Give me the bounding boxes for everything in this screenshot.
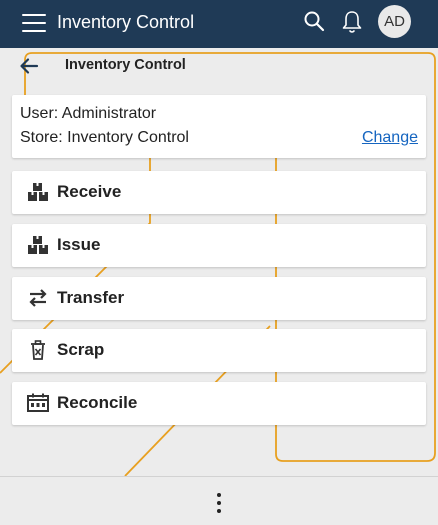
bottom-bar — [0, 476, 438, 525]
boxes-icon — [27, 235, 49, 255]
bell-icon[interactable] — [340, 9, 364, 35]
user-label: User: Administrator — [20, 105, 157, 122]
search-icon[interactable] — [302, 9, 326, 33]
transfer-label: Transfer — [57, 288, 125, 307]
boxes-icon — [27, 182, 49, 202]
issue-label: Issue — [57, 235, 101, 254]
user-avatar[interactable]: AD — [378, 5, 411, 38]
receive-button[interactable]: Receive — [12, 171, 426, 214]
issue-button[interactable]: Issue — [12, 224, 426, 267]
app-bar: Inventory Control AD — [0, 0, 438, 48]
swap-arrows-icon — [27, 288, 49, 308]
session-info-card: User: Administrator Store: Inventory Con… — [12, 95, 426, 158]
reconcile-button[interactable]: Reconcile — [12, 382, 426, 425]
page-title: Inventory Control — [65, 57, 186, 73]
change-store-link[interactable]: Change — [362, 129, 418, 147]
scrap-button[interactable]: Scrap — [12, 329, 426, 372]
transfer-button[interactable]: Transfer — [12, 277, 426, 320]
receive-label: Receive — [57, 182, 122, 201]
calendar-grid-icon — [27, 393, 49, 413]
store-label: Store: Inventory Control — [20, 129, 189, 146]
app-title: Inventory Control — [57, 12, 195, 32]
hamburger-icon[interactable] — [22, 12, 46, 34]
more-vertical-icon[interactable] — [212, 491, 226, 515]
scrap-label: Scrap — [57, 340, 105, 359]
reconcile-label: Reconcile — [57, 393, 138, 412]
back-arrow-icon[interactable] — [18, 55, 40, 77]
trash-icon — [27, 340, 49, 360]
